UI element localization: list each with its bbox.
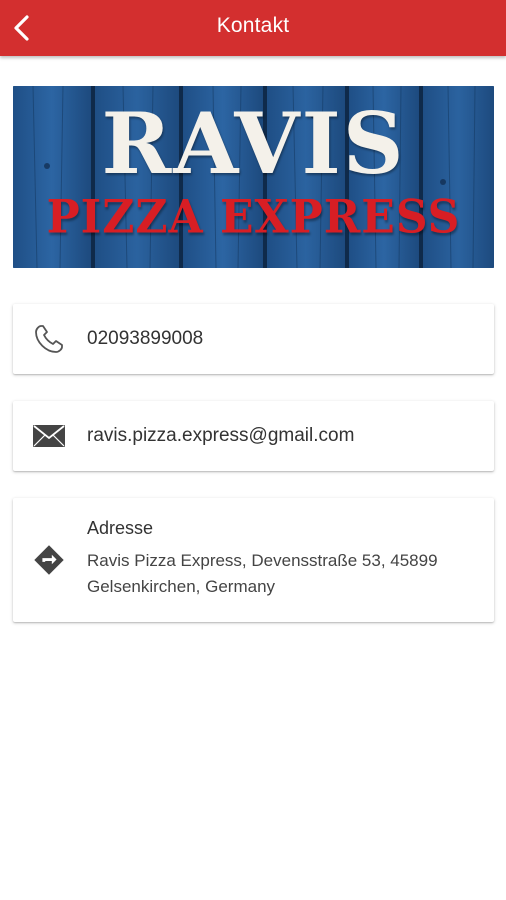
- email-address: ravis.pizza.express@gmail.com: [87, 425, 355, 446]
- address-text: Ravis Pizza Express, Devensstraße 53, 45…: [87, 551, 438, 596]
- logo-main-text: RAVIS: [101, 94, 406, 193]
- restaurant-banner: RAVIS PIZZA EXPRESS: [13, 86, 494, 268]
- address-label: Adresse: [87, 518, 154, 538]
- envelope-icon: [32, 419, 66, 453]
- app-header: Kontakt: [0, 0, 506, 56]
- address-card[interactable]: Adresse Ravis Pizza Express, Devensstraß…: [13, 498, 494, 622]
- email-card[interactable]: ravis.pizza.express@gmail.com: [13, 401, 494, 471]
- directions-icon: [32, 543, 66, 577]
- page-title: Kontakt: [216, 14, 290, 37]
- phone-card[interactable]: 02093899008: [13, 304, 494, 374]
- phone-number: 02093899008: [87, 328, 204, 349]
- logo-sub-text: PIZZA EXPRESS: [46, 190, 461, 245]
- phone-icon: [32, 322, 66, 356]
